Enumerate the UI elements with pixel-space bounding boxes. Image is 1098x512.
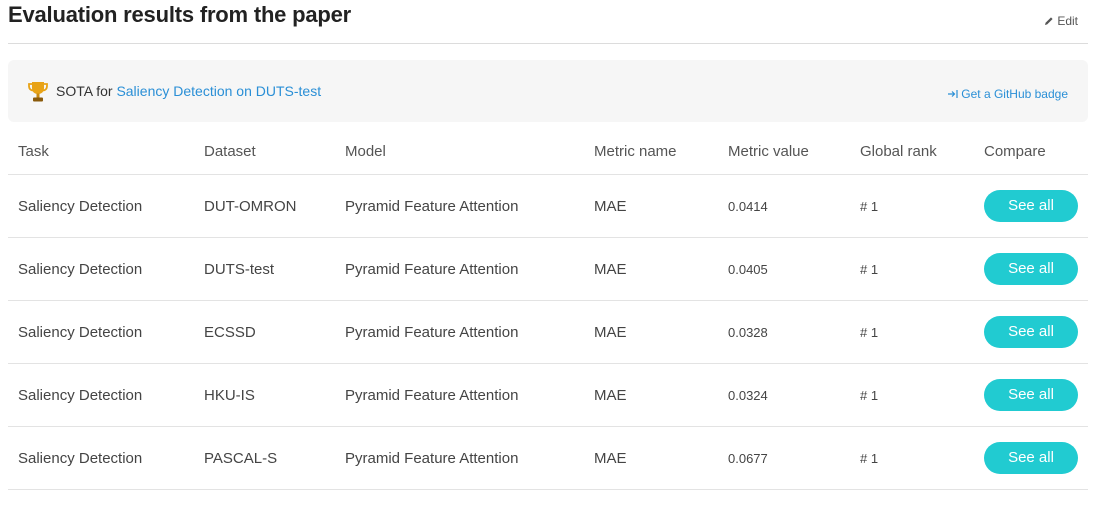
cell-global-rank: # 1 xyxy=(850,363,974,427)
cell-task: Saliency Detection xyxy=(8,300,194,364)
cell-compare: See all xyxy=(974,237,1088,301)
pencil-icon xyxy=(1045,17,1053,25)
cell-metric-value: 0.0677 xyxy=(718,426,850,490)
table-row: Saliency Detection DUTS-test Pyramid Fea… xyxy=(8,237,1088,301)
edit-button[interactable]: Edit xyxy=(1044,14,1078,28)
cell-metric-value: 0.0324 xyxy=(718,363,850,427)
column-header-metric-value: Metric value xyxy=(718,128,850,175)
cell-metric-name: MAE xyxy=(584,363,718,427)
cell-compare: See all xyxy=(974,300,1088,364)
cell-global-rank: # 1 xyxy=(850,426,974,490)
see-all-button[interactable]: See all xyxy=(984,253,1078,285)
github-badge-label: Get a GitHub badge xyxy=(961,87,1068,101)
cell-compare: See all xyxy=(974,174,1088,238)
cell-task: Saliency Detection xyxy=(8,174,194,238)
sota-prefix: SOTA for xyxy=(56,83,113,99)
cell-metric-name: MAE xyxy=(584,174,718,238)
column-header-metric-name: Metric name xyxy=(584,128,718,175)
column-header-model: Model xyxy=(335,128,584,175)
table-row: Saliency Detection DUT-OMRON Pyramid Fea… xyxy=(8,174,1088,238)
cell-model: Pyramid Feature Attention xyxy=(335,426,584,490)
trophy-icon xyxy=(28,82,48,102)
cell-model: Pyramid Feature Attention xyxy=(335,237,584,301)
cell-global-rank: # 1 xyxy=(850,300,974,364)
cell-dataset: DUT-OMRON xyxy=(194,174,335,238)
cell-dataset: DUTS-test xyxy=(194,237,335,301)
cell-task: Saliency Detection xyxy=(8,363,194,427)
column-header-dataset: Dataset xyxy=(194,128,335,175)
sota-leaderboard-link[interactable]: Saliency Detection on DUTS-test xyxy=(116,83,321,99)
table-row: Saliency Detection ECSSD Pyramid Feature… xyxy=(8,300,1088,364)
cell-dataset: PASCAL-S xyxy=(194,426,335,490)
table-row: Saliency Detection HKU-IS Pyramid Featur… xyxy=(8,363,1088,427)
cell-global-rank: # 1 xyxy=(850,174,974,238)
results-table: Task Dataset Model Metric name Metric va… xyxy=(8,128,1088,490)
see-all-button[interactable]: See all xyxy=(984,379,1078,411)
column-header-task: Task xyxy=(8,128,194,175)
see-all-button[interactable]: See all xyxy=(984,190,1078,222)
sota-text: SOTA for Saliency Detection on DUTS-test xyxy=(56,83,321,99)
cell-task: Saliency Detection xyxy=(8,426,194,490)
cell-metric-value: 0.0328 xyxy=(718,300,850,364)
cell-model: Pyramid Feature Attention xyxy=(335,300,584,364)
github-badge-link[interactable]: Get a GitHub badge xyxy=(947,87,1068,101)
cell-model: Pyramid Feature Attention xyxy=(335,174,584,238)
cell-metric-value: 0.0414 xyxy=(718,174,850,238)
table-row: Saliency Detection PASCAL-S Pyramid Feat… xyxy=(8,426,1088,490)
cell-metric-name: MAE xyxy=(584,237,718,301)
cell-task: Saliency Detection xyxy=(8,237,194,301)
cell-metric-name: MAE xyxy=(584,426,718,490)
see-all-button[interactable]: See all xyxy=(984,442,1078,474)
page-title: Evaluation results from the paper xyxy=(8,2,352,27)
column-header-compare: Compare xyxy=(974,128,1088,175)
cell-metric-value: 0.0405 xyxy=(718,237,850,301)
cell-compare: See all xyxy=(974,426,1088,490)
sota-banner: SOTA for Saliency Detection on DUTS-test… xyxy=(8,60,1088,122)
cell-metric-name: MAE xyxy=(584,300,718,364)
cell-compare: See all xyxy=(974,363,1088,427)
cell-dataset: ECSSD xyxy=(194,300,335,364)
section-header: Evaluation results from the paper Edit xyxy=(8,0,1088,44)
column-header-global-rank: Global rank xyxy=(850,128,974,175)
cell-global-rank: # 1 xyxy=(850,237,974,301)
cell-dataset: HKU-IS xyxy=(194,363,335,427)
evaluation-results-section: Evaluation results from the paper Edit S… xyxy=(0,0,1098,512)
edit-label: Edit xyxy=(1057,14,1078,28)
cell-model: Pyramid Feature Attention xyxy=(335,363,584,427)
table-header-row: Task Dataset Model Metric name Metric va… xyxy=(8,128,1088,175)
see-all-button[interactable]: See all xyxy=(984,316,1078,348)
sign-in-arrow-icon xyxy=(948,90,958,98)
